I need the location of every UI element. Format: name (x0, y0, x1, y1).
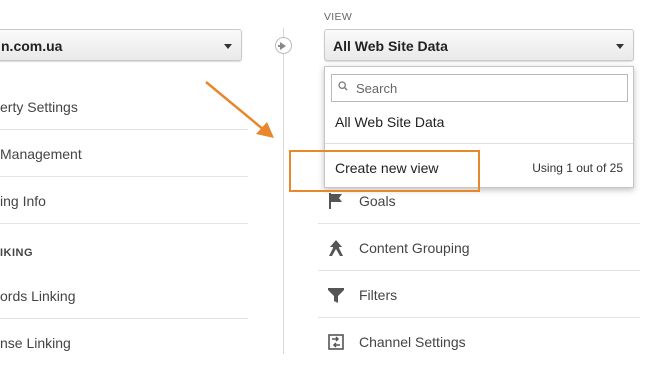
content-grouping-icon (329, 240, 343, 256)
adwords-linking-item[interactable]: ords Linking (0, 273, 248, 319)
search-icon (338, 81, 348, 91)
view-selector-value: All Web Site Data (333, 38, 448, 54)
view-selector[interactable]: All Web Site Data (324, 29, 634, 61)
left-item-label: erty Settings (0, 99, 78, 115)
filter-icon (328, 288, 344, 303)
annotation-arrow-icon (205, 81, 274, 138)
channel-settings-label: Channel Settings (359, 334, 466, 350)
channel-settings-icon (328, 334, 344, 350)
left-item-label: nse Linking (0, 335, 71, 351)
chevron-down-icon (616, 44, 624, 49)
highlight-box (289, 150, 480, 192)
filters-item[interactable]: Filters (318, 272, 640, 318)
content-grouping-item[interactable]: Content Grouping (318, 225, 640, 271)
tracking-info-item[interactable]: ing Info (0, 178, 248, 224)
view-option[interactable]: All Web Site Data (335, 114, 444, 130)
view-search-box[interactable] (331, 74, 628, 102)
view-search-input[interactable] (356, 78, 616, 98)
left-item-label: ords Linking (0, 288, 76, 304)
product-linking-heading: IKING (0, 247, 34, 259)
adsense-linking-item[interactable]: nse Linking (0, 320, 248, 366)
flag-icon (329, 193, 342, 209)
property-selector[interactable]: n.com.ua (0, 29, 242, 61)
property-selector-value: n.com.ua (1, 38, 63, 54)
content-grouping-label: Content Grouping (359, 240, 470, 256)
view-label: VIEW (324, 11, 353, 23)
channel-settings-item[interactable]: Channel Settings (318, 319, 640, 365)
move-arrow-icon[interactable] (275, 37, 292, 54)
left-item-label: ing Info (0, 193, 46, 209)
view-usage-text: Using 1 out of 25 (532, 161, 623, 175)
filters-label: Filters (359, 287, 398, 303)
chevron-down-icon (224, 44, 232, 49)
dropdown-divider (325, 143, 633, 144)
column-divider (283, 28, 284, 354)
left-item-label: Management (0, 146, 82, 162)
